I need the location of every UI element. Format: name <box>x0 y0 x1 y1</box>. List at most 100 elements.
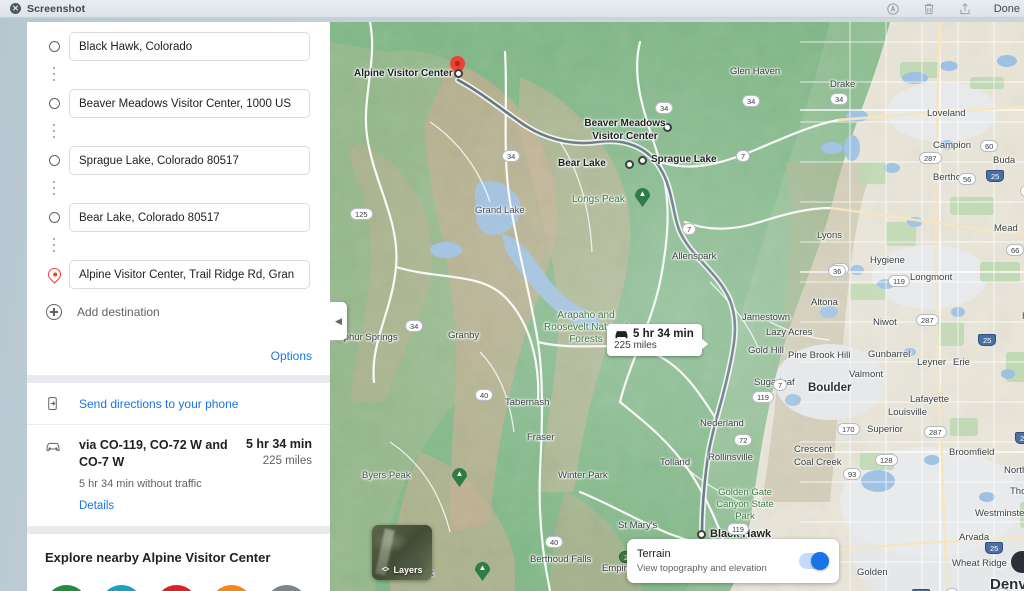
route-shield: 287 <box>924 426 947 438</box>
trash-icon[interactable] <box>922 2 936 16</box>
stops-list: Black Hawk, Colorado Beaver Meadows Visi… <box>27 22 330 337</box>
map-city-label: Drake <box>830 79 856 90</box>
stop-input-3[interactable]: Bear Lake, Colorado 80517 <box>69 203 310 232</box>
interstate-shield: 25 <box>978 334 997 346</box>
route-badge-distance: 225 miles <box>614 340 657 351</box>
plus-icon <box>43 304 65 320</box>
stop-row[interactable]: Beaver Meadows Visitor Center, 1000 US <box>27 85 330 122</box>
stop-input-4[interactable]: Alpine Visitor Center, Trail Ridge Rd, G… <box>69 260 310 289</box>
map-city-label: Boulder <box>808 382 852 394</box>
terrain-card[interactable]: Terrain View topography and elevation <box>627 539 839 583</box>
map-city-label: Niwot <box>873 317 897 328</box>
parking-icon: P <box>210 585 253 591</box>
circle-outline-icon <box>43 212 65 223</box>
route-without-traffic: 5 hr 34 min without traffic <box>79 478 202 490</box>
park-label-longs-peak: Longs Peak <box>572 194 625 205</box>
route-shield: 40 <box>545 536 564 548</box>
map-city-label: Coal Creek <box>794 457 842 468</box>
explore-chip-parking-lots[interactable]: P Parking Lots <box>210 585 253 591</box>
map-city-label: Campion <box>933 140 972 151</box>
map-city-label: Louisville <box>888 407 928 418</box>
stop-row[interactable]: Sprague Lake, Colorado 80517 <box>27 142 330 179</box>
circle-outline-icon <box>43 155 65 166</box>
stop-input-0[interactable]: Black Hawk, Colorado <box>69 32 310 61</box>
poi-marker <box>697 530 706 539</box>
map-viewport[interactable]: Alpine Visitor Center Beaver Meadows Vis… <box>330 22 1024 591</box>
route-shield: 34 <box>502 150 521 162</box>
screenshot-root: ✕ Screenshot Done Black Hawk, Colorado B… <box>0 0 1024 591</box>
explore-chip-more[interactable]: ••• More <box>265 585 308 591</box>
route-shield: 7 <box>736 150 751 162</box>
route-shield: 36 <box>828 265 847 277</box>
map-city-label: Loveland <box>927 108 966 119</box>
map-city-label: Westminster <box>975 508 1024 519</box>
map-city-label: Mead <box>994 223 1018 234</box>
window-titlebar: ✕ Screenshot Done <box>0 0 1024 18</box>
stop-connector <box>53 236 55 256</box>
markup-icon[interactable] <box>886 2 900 16</box>
route-shield: 34 <box>830 93 849 105</box>
map-city-label: Golden <box>857 567 888 578</box>
stop-input-1[interactable]: Beaver Meadows Visitor Center, 1000 US <box>69 89 310 118</box>
map-city-label: Crescent <box>794 444 833 455</box>
map-city-label: Superior <box>867 424 903 435</box>
route-shield: 119 <box>888 275 910 287</box>
gas-station-icon <box>155 585 198 591</box>
layers-button[interactable]: Layers <box>372 525 432 580</box>
map-city-label: Winter Park <box>558 470 608 481</box>
map-city-label: Berthoud Falls <box>530 554 592 565</box>
route-info-badge[interactable]: 5 hr 34 min 225 miles <box>607 324 708 356</box>
layers-button-label-group: Layers <box>372 565 432 575</box>
titlebar-left-group: ✕ Screenshot <box>0 3 85 15</box>
route-panel: Send directions to your phone via CO-119… <box>27 383 330 526</box>
section-divider <box>27 526 330 534</box>
layers-icon <box>381 566 391 571</box>
share-icon[interactable] <box>958 2 972 16</box>
map-city-label: Buda <box>993 155 1016 166</box>
map-city-label: Lazy Acres <box>766 327 813 338</box>
map-city-label: Tolland <box>660 457 691 468</box>
interstate-shield: 25 <box>986 170 1005 182</box>
route-shield: 60 <box>980 140 999 152</box>
stop-row[interactable]: Alpine Visitor Center, Trail Ridge Rd, G… <box>27 256 330 293</box>
section-divider <box>27 375 330 383</box>
more-icon: ••• <box>265 585 308 591</box>
hotel-icon <box>100 585 143 591</box>
route-shield: 72 <box>734 434 753 446</box>
route-badge-duration: 5 hr 34 min <box>633 328 694 340</box>
collapse-sidebar-button[interactable]: ◀ <box>330 302 347 340</box>
directions-sidebar: Black Hawk, Colorado Beaver Meadows Visi… <box>27 22 330 591</box>
terrain-toggle[interactable] <box>799 552 829 570</box>
send-directions-button[interactable]: Send directions to your phone <box>27 383 330 425</box>
stop-input-2[interactable]: Sprague Lake, Colorado 80517 <box>69 146 310 175</box>
route-summary[interactable]: via CO-119, CO-72 W and CO-7 W 5 hr 34 m… <box>27 425 330 526</box>
options-button[interactable]: Options <box>271 349 312 363</box>
stop-row[interactable]: Bear Lake, Colorado 80517 <box>27 199 330 236</box>
close-icon[interactable]: ✕ <box>10 3 21 14</box>
route-shield: 56 <box>958 173 977 185</box>
route-shield: 119 <box>752 391 774 403</box>
explore-chip-gas-stations[interactable]: Gas stations <box>155 585 198 591</box>
car-icon <box>45 437 67 512</box>
map-city-label: Glen Haven <box>730 66 781 77</box>
map-city-label: St Mary's <box>618 520 658 531</box>
map-city-label: Rollinsville <box>708 452 753 463</box>
route-shield: 34 <box>742 95 761 107</box>
map-city-label: Leyner <box>917 357 947 368</box>
route-main: via CO-119, CO-72 W and CO-7 W 5 hr 34 m… <box>79 437 236 512</box>
route-shield: 125 <box>350 208 373 220</box>
poi-label-sprague-lake: Sprague Lake <box>651 154 717 165</box>
map-city-label: Nederland <box>700 418 744 429</box>
route-details-button[interactable]: Details <box>79 500 236 512</box>
route-shield: 287 <box>919 152 942 164</box>
explore-chip-hotels[interactable]: Hotels <box>100 585 143 591</box>
window-title: Screenshot <box>27 2 86 15</box>
stop-row[interactable]: Black Hawk, Colorado <box>27 28 330 65</box>
done-button[interactable]: Done <box>994 3 1020 15</box>
add-destination-button[interactable]: Add destination <box>27 293 330 331</box>
explore-chips: Restaurants Hotels <box>45 585 312 591</box>
route-distance: 225 miles <box>262 455 312 467</box>
map-city-label: Gold Hill <box>748 345 784 356</box>
explore-chip-restaurants[interactable]: Restaurants <box>45 585 88 591</box>
poi-label-bear-lake: Bear Lake <box>558 158 606 169</box>
